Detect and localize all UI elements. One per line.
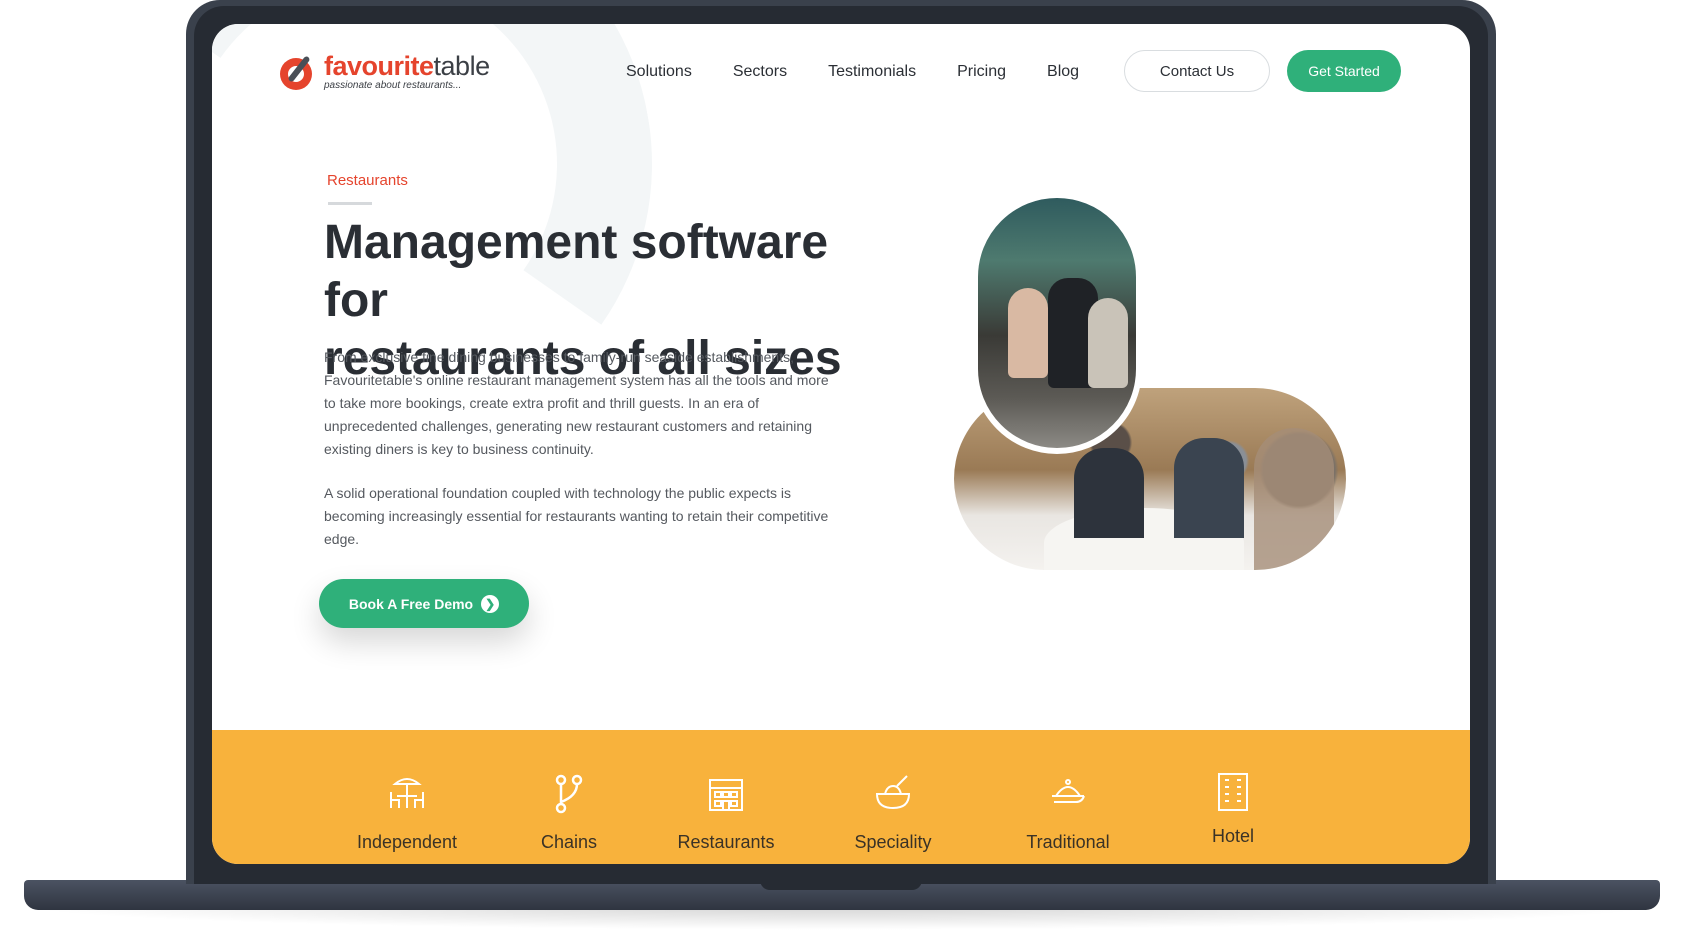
nav-item-sectors[interactable]: Sectors xyxy=(733,62,787,82)
outdoor-table-icon xyxy=(390,778,424,808)
sector-label: Traditional xyxy=(1026,832,1110,852)
site-logo[interactable]: favouritetable passionate about restaura… xyxy=(278,52,490,92)
nav-item-blog[interactable]: Blog xyxy=(1047,62,1079,82)
hotel-icon xyxy=(1218,773,1248,811)
headline-line-1: Management software for xyxy=(324,216,829,327)
nav-item-solutions[interactable]: Solutions xyxy=(626,62,692,82)
sectors-band: Independent Chains Restaurants Specialit… xyxy=(212,730,1470,864)
cloche-icon xyxy=(1052,779,1085,803)
nav-item-testimonials[interactable]: Testimonials xyxy=(828,62,916,82)
section-eyebrow: Restaurants xyxy=(327,172,408,189)
chevron-right-icon: ❯ xyxy=(481,594,500,613)
sector-restaurants[interactable]: Restaurants xyxy=(641,772,811,853)
website-screen: favouritetable passionate about restaura… xyxy=(212,24,1470,864)
logo-plate-icon xyxy=(278,52,318,92)
main-nav: Solutions Sectors Testimonials Pricing B… xyxy=(626,62,1120,82)
sector-label: Chains xyxy=(540,832,598,852)
eyebrow-divider xyxy=(328,202,372,205)
get-started-button[interactable]: Get Started xyxy=(1287,50,1401,92)
sector-label: Hotel xyxy=(1211,826,1255,846)
book-demo-button[interactable]: Book A Free Demo ❯ xyxy=(319,579,529,628)
sector-independent[interactable]: Independent xyxy=(322,772,492,853)
sector-label: Independent xyxy=(356,832,458,852)
logo-tagline: passionate about restaurants... xyxy=(324,80,462,91)
sector-chains[interactable]: Chains xyxy=(484,772,654,853)
bowl-icon xyxy=(875,775,911,810)
sector-hotel[interactable]: Hotel xyxy=(1148,770,1318,847)
contact-us-button[interactable]: Contact Us xyxy=(1124,50,1270,92)
sector-speciality[interactable]: Speciality xyxy=(808,772,978,853)
sector-label: Restaurants xyxy=(677,832,775,852)
hero-paragraph-2: A solid operational foundation coupled w… xyxy=(324,485,829,547)
outdoor-cafe-photo xyxy=(972,192,1142,454)
hero-paragraph-1: From exclusive fine dining businesses to… xyxy=(324,349,829,457)
building-icon xyxy=(709,779,743,811)
nav-item-pricing[interactable]: Pricing xyxy=(957,62,1006,82)
sector-label: Speciality xyxy=(854,832,932,852)
book-demo-label: Book A Free Demo xyxy=(348,595,474,612)
sector-traditional[interactable]: Traditional xyxy=(983,772,1153,853)
logo-wordmark: favouritetable xyxy=(324,51,490,81)
branch-icon xyxy=(555,774,583,814)
